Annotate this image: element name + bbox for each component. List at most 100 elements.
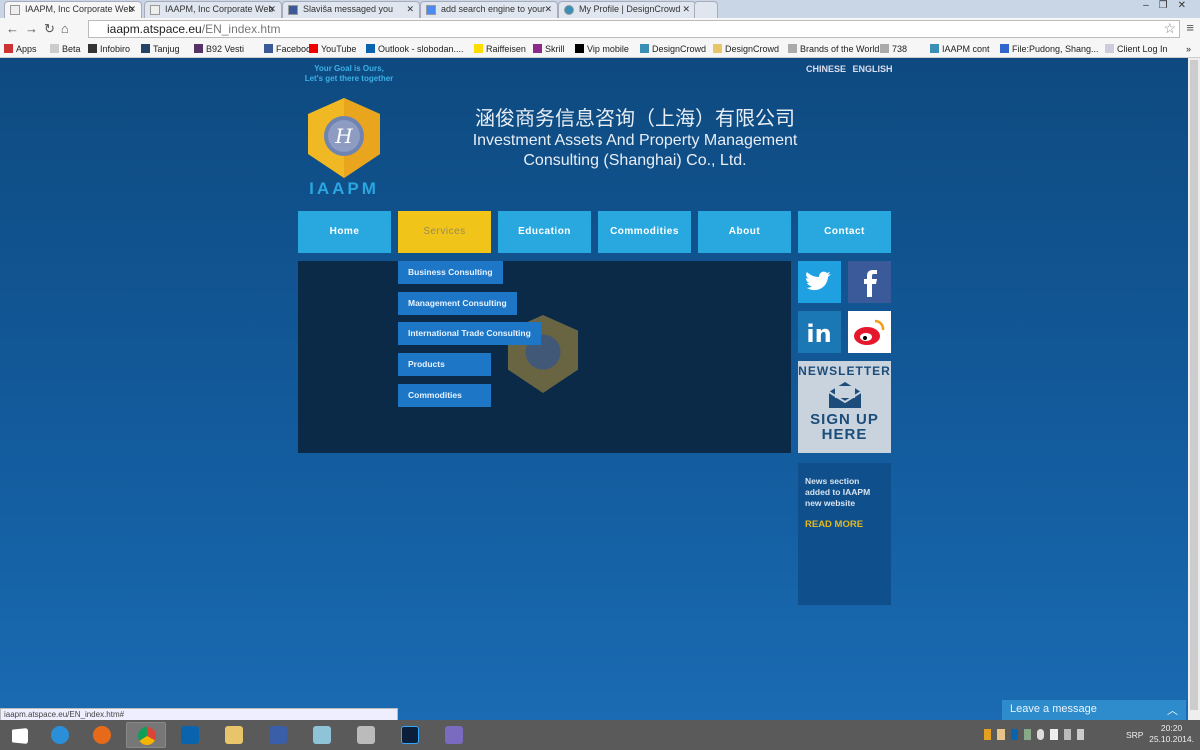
- bookmark-label: 738: [892, 44, 908, 54]
- dropdown-international-trade-consulting[interactable]: International Trade Consulting: [398, 322, 541, 345]
- bookmark-item[interactable]: Infobiro: [88, 44, 130, 54]
- flag-icon[interactable]: [1050, 729, 1058, 740]
- bookmark-icon: [50, 44, 59, 53]
- bookmark-label: Brands of the World™: [800, 44, 889, 54]
- page-icon: [10, 5, 20, 15]
- envelope-icon: [827, 382, 862, 408]
- tab-iaapm-1[interactable]: IAAPM, Inc Corporate Web ✕: [4, 1, 142, 18]
- close-icon[interactable]: ✕: [128, 4, 136, 15]
- nav-commodities[interactable]: Commodities: [598, 211, 691, 253]
- bookmark-star-icon[interactable]: ☆: [1163, 20, 1176, 37]
- bookmark-item[interactable]: Vip mobile: [575, 44, 629, 54]
- network-icon[interactable]: [1023, 729, 1031, 740]
- app-icon[interactable]: [302, 722, 342, 748]
- nav-contact[interactable]: Contact: [798, 211, 891, 253]
- brand-name: IAAPM: [309, 179, 379, 198]
- bookmark-item[interactable]: Facebook: [264, 44, 316, 54]
- nav-services[interactable]: Services: [398, 211, 491, 253]
- bookmark-label: B92 Vesti: [206, 44, 245, 54]
- clock[interactable]: 20:20 25.10.2014.: [1149, 723, 1194, 745]
- dropdown-products[interactable]: Products: [398, 353, 491, 376]
- address-bar-row: ←→↻⌂ iaapm.atspace.eu/EN_index.htm ☆ ≡: [0, 18, 1200, 40]
- twitter-icon[interactable]: [798, 261, 841, 303]
- bookmark-item[interactable]: Client Log In: [1105, 44, 1168, 54]
- bookmark-item[interactable]: YouTube: [309, 44, 356, 54]
- iaapm-logo[interactable]: H: [306, 96, 382, 180]
- nav-home[interactable]: Home: [298, 211, 391, 253]
- bookmark-item[interactable]: Brands of the World™: [788, 44, 888, 54]
- bookmark-icon: [88, 44, 97, 53]
- taskbar: SRP 20:20 25.10.2014.: [0, 720, 1200, 750]
- leave-message-widget[interactable]: ︿ Leave a message: [1002, 700, 1186, 720]
- scrollbar[interactable]: [1188, 58, 1200, 720]
- internet-explorer-icon[interactable]: [40, 722, 80, 748]
- bookmark-item[interactable]: B92 Vesti: [194, 44, 244, 54]
- lang-english-link[interactable]: ENGLISH: [853, 64, 893, 74]
- language-switcher: CHINESE ENGLISH: [806, 64, 893, 74]
- menu-icon[interactable]: ≡: [1186, 20, 1194, 35]
- close-icon[interactable]: ✕: [268, 4, 276, 15]
- more-bookmarks-icon[interactable]: »: [1186, 44, 1191, 54]
- chrome-icon[interactable]: [126, 722, 166, 748]
- start-button[interactable]: [0, 722, 40, 748]
- outlook-tray-icon[interactable]: [1010, 729, 1018, 740]
- tab-title: IAAPM, Inc Corporate Web: [25, 4, 134, 14]
- dropdown-commodities[interactable]: Commodities: [398, 384, 491, 407]
- nav-education[interactable]: Education: [498, 211, 591, 253]
- bookmark-item[interactable]: DesignCrowd: [713, 44, 779, 54]
- bridge-icon[interactable]: [984, 729, 992, 740]
- linkedin-icon[interactable]: in: [798, 311, 841, 353]
- close-icon[interactable]: ✕: [406, 4, 414, 15]
- window-controls[interactable]: –❐✕: [1143, 0, 1196, 11]
- close-icon[interactable]: ✕: [682, 4, 690, 15]
- bookmark-item[interactable]: Outlook - slobodan....: [366, 44, 464, 54]
- bookmark-item[interactable]: Raiffeisen: [474, 44, 526, 54]
- cloud-icon[interactable]: [1037, 729, 1045, 740]
- tab-designcrowd[interactable]: My Profile | DesignCrowd ✕: [558, 1, 696, 18]
- mail-icon[interactable]: [997, 729, 1005, 740]
- new-tab-button[interactable]: [694, 1, 718, 18]
- bookmark-item[interactable]: Beta: [50, 44, 81, 54]
- bookmark-item[interactable]: File:Pudong, Shang...: [1000, 44, 1099, 54]
- bookmark-label: IAAPM cont: [942, 44, 990, 54]
- bookmark-item[interactable]: IAAPM cont: [930, 44, 990, 54]
- facebook-icon: [288, 5, 298, 15]
- dropdown-business-consulting[interactable]: Business Consulting: [398, 261, 503, 284]
- chevron-up-icon[interactable]: ︿: [1167, 702, 1178, 718]
- app-icon[interactable]: [434, 722, 474, 748]
- bookmark-item[interactable]: Skrill: [533, 44, 565, 54]
- input-language[interactable]: SRP: [1126, 730, 1143, 740]
- bookmark-item[interactable]: Apps: [4, 44, 37, 54]
- photoshop-icon[interactable]: [390, 722, 430, 748]
- monitor-icon[interactable]: [1063, 729, 1071, 740]
- facebook-icon[interactable]: [848, 261, 891, 303]
- bookmark-item[interactable]: DesignCrowd: [640, 44, 706, 54]
- bookmark-icon: [366, 44, 375, 53]
- calculator-icon[interactable]: [346, 722, 386, 748]
- bookmark-item[interactable]: Tanjug: [141, 44, 180, 54]
- system-tray-icons[interactable]: [984, 729, 1084, 741]
- volume-icon[interactable]: [1076, 729, 1084, 740]
- firefox-icon[interactable]: [82, 722, 122, 748]
- newsletter-signup[interactable]: NEWSLETTER SIGN UP HERE: [798, 361, 891, 453]
- bookmark-label: Skrill: [545, 44, 565, 54]
- tab-facebook[interactable]: Slaviša messaged you ✕: [282, 1, 420, 18]
- lang-chinese-link[interactable]: CHINESE: [806, 64, 846, 74]
- bookmarks-bar: Apps Beta Infobiro Tanjug B92 Vesti Facebook Y…: [0, 40, 1200, 58]
- url-input[interactable]: iaapm.atspace.eu/EN_index.htm: [88, 20, 1180, 38]
- tab-iaapm-2[interactable]: IAAPM, Inc Corporate Web ✕: [144, 1, 282, 18]
- weibo-icon[interactable]: [848, 311, 891, 353]
- bookmark-icon: [575, 44, 584, 53]
- outlook-icon[interactable]: [170, 722, 210, 748]
- close-icon[interactable]: ✕: [544, 4, 552, 15]
- save-disk-icon[interactable]: [258, 722, 298, 748]
- file-explorer-icon[interactable]: [214, 722, 254, 748]
- tab-google[interactable]: add search engine to your ✕: [420, 1, 558, 18]
- bookmark-item[interactable]: 738: [880, 44, 907, 54]
- news-text: News section added to IAAPM new website: [805, 476, 871, 508]
- nav-about[interactable]: About: [698, 211, 791, 253]
- dropdown-management-consulting[interactable]: Management Consulting: [398, 292, 517, 315]
- read-more-link[interactable]: READ MORE: [805, 519, 884, 530]
- webpage: Your Goal is Ours, Let's get there togeth…: [0, 58, 1188, 720]
- nav-buttons[interactable]: ←→↻⌂: [6, 21, 75, 37]
